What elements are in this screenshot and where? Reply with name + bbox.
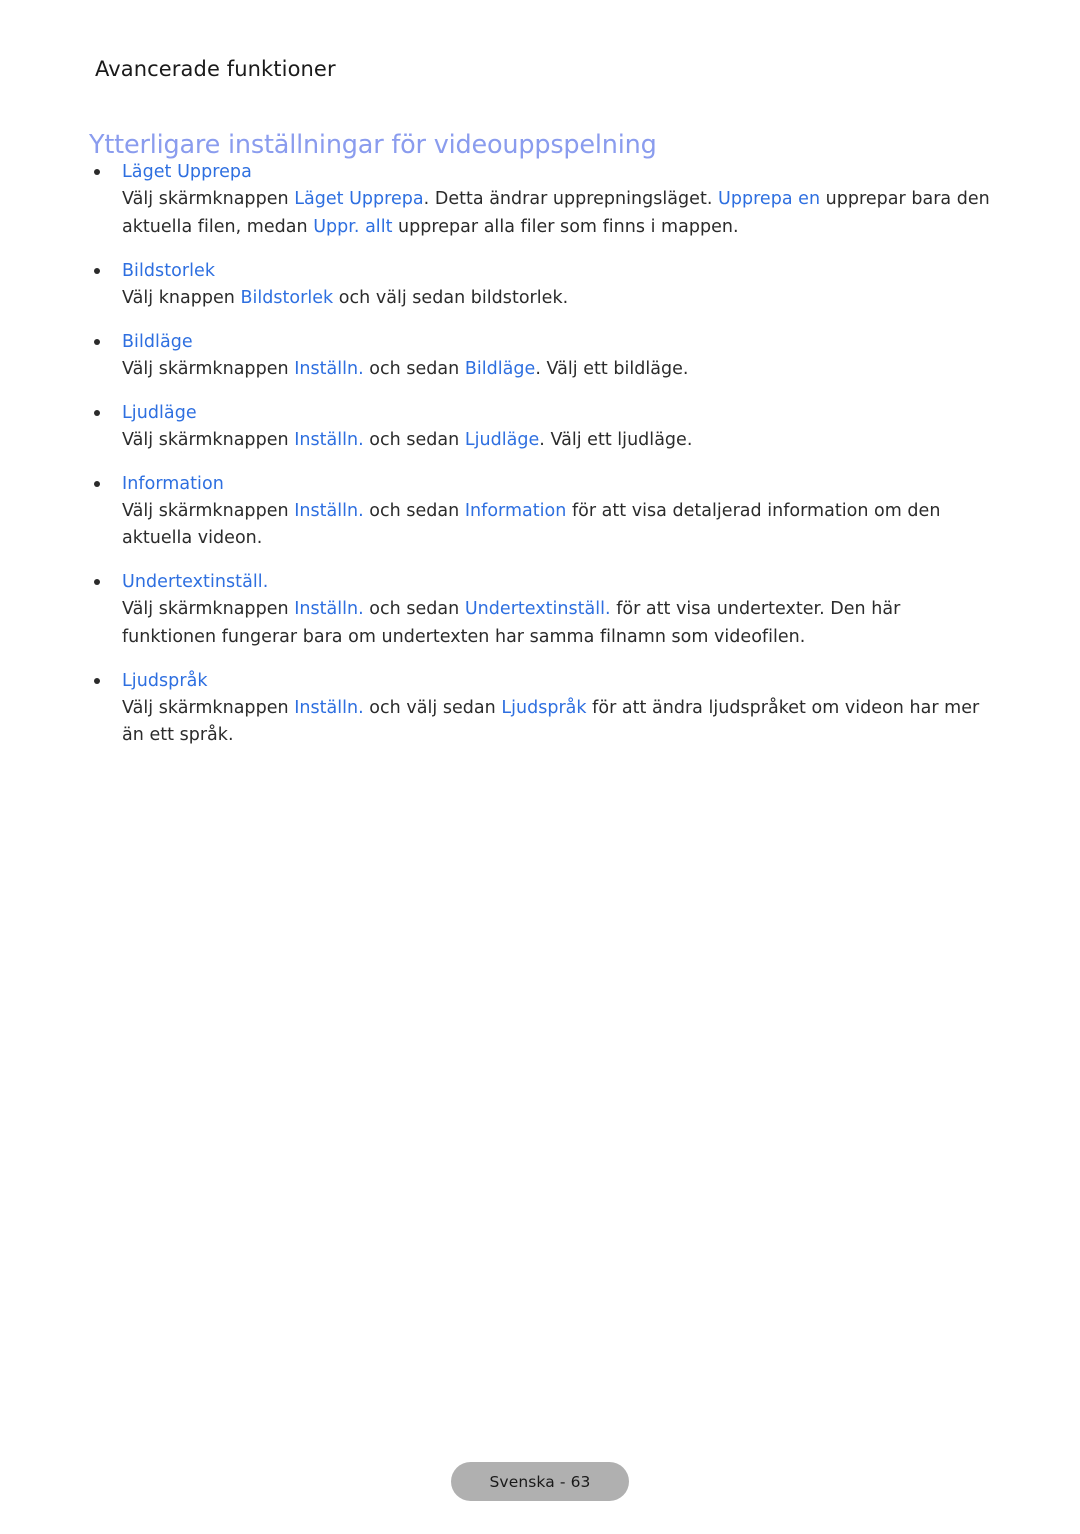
page-footer-pill: Svenska - 63 xyxy=(451,1462,629,1501)
inline-highlight-term: Inställn. xyxy=(294,358,364,379)
body-text-run: . Välj ett bildläge. xyxy=(535,358,689,379)
bullet-term-row: Läget Upprepa xyxy=(89,160,994,184)
inline-highlight-term: Information xyxy=(464,500,567,521)
body-text-run: och välj sedan bildstorlek. xyxy=(333,287,569,308)
bullet-term-label: Bildstorlek xyxy=(122,260,216,281)
bullet-term-row: Bildläge xyxy=(89,330,994,354)
bullet-body-text: Välj skärmknappen Inställn. och sedan In… xyxy=(89,498,994,553)
body-text-run: Välj knappen xyxy=(122,287,241,308)
body-text-run: Välj skärmknappen xyxy=(122,429,295,450)
bullet-term-label: Undertextinställ. xyxy=(122,572,269,592)
body-text-run: och sedan xyxy=(363,358,465,379)
body-text-run: och sedan xyxy=(363,599,465,619)
bullet-body-text: Välj skärmknappen Inställn. och sedan Bi… xyxy=(89,356,994,384)
bullet-body-text: Välj skärmknappen Läget Upprepa. Detta ä… xyxy=(89,186,994,241)
bullet-block: Information Välj skärmknappen Inställn. o… xyxy=(89,472,994,553)
bullet-block: Läget Upprepa Välj skärmknappen Läget Upp… xyxy=(89,160,994,241)
bullet-term-row: Bildstorlek xyxy=(89,259,994,283)
bullet-body-text: Välj skärmknappen Inställn. och sedan Lj… xyxy=(89,427,994,455)
bullet-term-label: Bildläge xyxy=(122,331,193,352)
bullet-block: Bildläge Välj skärmknappen Inställn. och … xyxy=(89,330,994,384)
bullet-term-row: Ljudläge xyxy=(89,401,994,425)
body-text-run: och sedan xyxy=(363,429,465,450)
inline-highlight-term: Bildstorlek xyxy=(240,287,334,308)
bullet-dot-icon xyxy=(94,169,100,175)
body-text-run: och välj sedan xyxy=(363,697,502,718)
body-text-run: Välj skärmknappen xyxy=(122,358,295,379)
inline-highlight-term: Inställn. xyxy=(294,599,364,619)
inline-highlight-term: Inställn. xyxy=(294,429,364,450)
inline-highlight-term: Upprepa en xyxy=(718,189,821,209)
bullet-body-text: Välj skärmknappen Inställn. och sedan Un… xyxy=(89,596,994,651)
bullet-term-label: Ljudspråk xyxy=(122,670,208,691)
inline-highlight-term: Bildläge xyxy=(464,358,536,379)
inline-highlight-term: Inställn. xyxy=(294,500,364,521)
page-number-label: Svenska - 63 xyxy=(489,1472,591,1491)
inline-highlight-term: Ljudläge xyxy=(464,429,540,450)
bullet-block: Bildstorlek Välj knappen Bildstorlek och … xyxy=(89,259,994,313)
bullet-dot-icon xyxy=(94,267,100,274)
body-text-run: Välj skärmknappen xyxy=(122,697,295,718)
manual-page: Avancerade funktioner Ytterligare instäl… xyxy=(0,0,1080,1534)
bullet-body-text: Välj knappen Bildstorlek och välj sedan … xyxy=(89,285,994,313)
inline-highlight-term: Ljudspråk xyxy=(501,697,587,718)
body-text-run: och sedan xyxy=(363,500,465,521)
inline-highlight-term: Uppr. allt xyxy=(313,216,393,237)
bullet-dot-icon xyxy=(94,677,100,684)
bullet-block: Ljudläge Välj skärmknappen Inställn. och … xyxy=(89,401,994,455)
bullet-term-label: Ljudläge xyxy=(122,402,197,423)
body-text-run: . Detta ändrar upprepningsläget. xyxy=(423,189,719,209)
body-text-run: Välj skärmknappen xyxy=(122,599,295,619)
body-text-run: Välj skärmknappen xyxy=(122,189,295,209)
bullet-dot-icon xyxy=(94,579,100,585)
inline-highlight-term: Läget Upprepa xyxy=(294,189,424,209)
inline-highlight-term: Undertextinställ. xyxy=(464,599,611,619)
bullet-block: Undertextinställ. Välj skärmknappen Instä… xyxy=(89,570,994,651)
bullet-dot-icon xyxy=(94,338,100,345)
bullet-dot-icon xyxy=(94,409,100,416)
bullet-dot-icon xyxy=(94,480,100,487)
body-text-run: upprepar alla filer som finns i mappen. xyxy=(392,216,739,237)
bullet-term-label: Läget Upprepa xyxy=(122,162,252,182)
body-text-run: . Välj ett ljudläge. xyxy=(539,429,693,450)
running-header: Avancerade funktioner xyxy=(95,57,336,81)
inline-highlight-term: Inställn. xyxy=(294,697,364,718)
bullet-body-text: Välj skärmknappen Inställn. och välj sed… xyxy=(89,695,994,750)
bullet-term-row: Information xyxy=(89,472,994,496)
body-text-run: Välj skärmknappen xyxy=(122,500,295,521)
section-heading: Ytterligare inställningar för videouppsp… xyxy=(89,130,657,161)
bullet-term-label: Information xyxy=(122,473,224,494)
bullet-block: Ljudspråk Välj skärmknappen Inställn. och… xyxy=(89,669,994,750)
bullet-list: Läget Upprepa Välj skärmknappen Läget Upp… xyxy=(89,160,994,767)
bullet-term-row: Undertextinställ. xyxy=(89,570,994,594)
bullet-term-row: Ljudspråk xyxy=(89,669,994,693)
